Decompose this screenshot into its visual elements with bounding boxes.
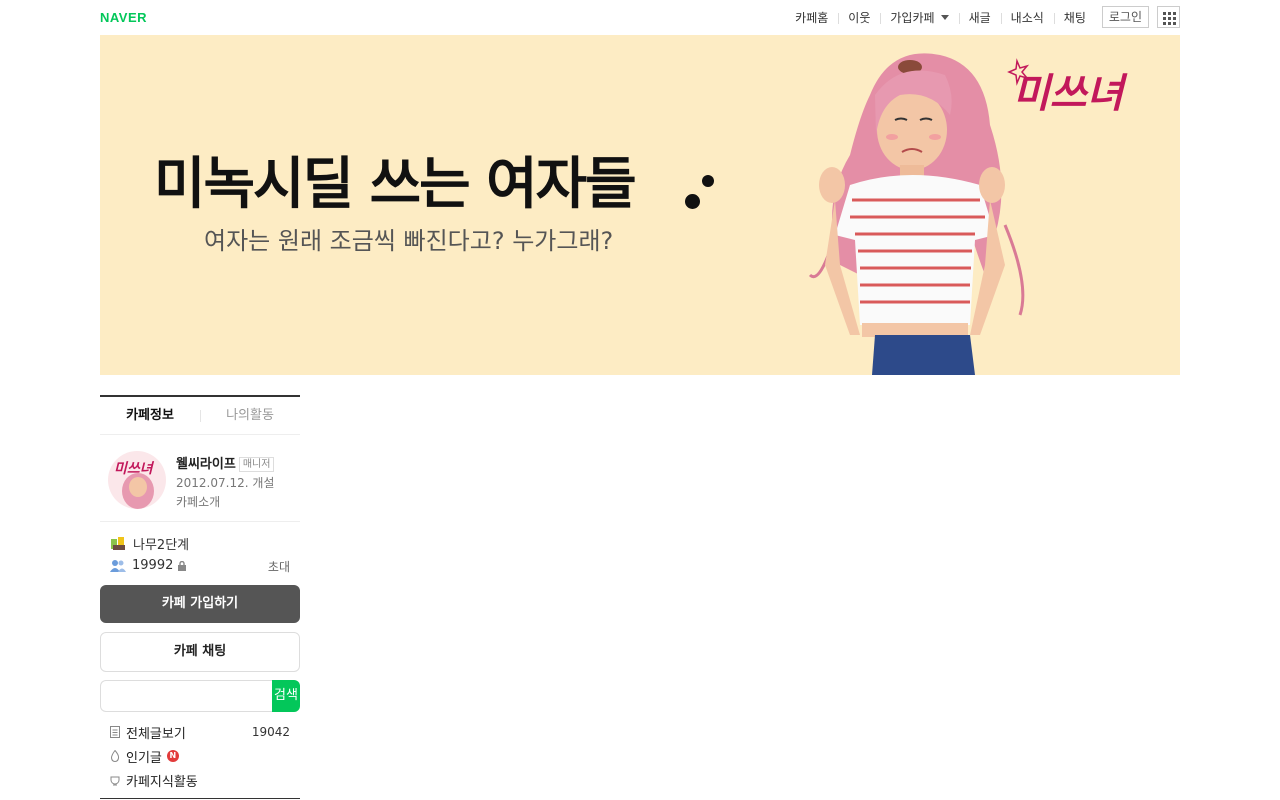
document-icon bbox=[110, 726, 120, 738]
nav-neighbors[interactable]: 이웃 bbox=[838, 9, 880, 26]
manager-name-text: 웰씨라이프 bbox=[176, 457, 236, 472]
manager-badge: 매니저 bbox=[238, 457, 275, 472]
tab-cafe-info[interactable]: 카페정보 bbox=[100, 397, 200, 434]
global-nav: 카페홈 이웃 가입카페 새글 내소식 채팅 로그인 bbox=[785, 6, 1180, 28]
knowledge-icon bbox=[110, 776, 120, 785]
lock-icon bbox=[178, 560, 187, 571]
avatar-image: 미쓰녀 bbox=[114, 461, 155, 509]
cafe-sidebar: 카페정보 나의활동 미쓰녀 웰씨라이프 매니저 2012.07.12. 개설 카페… bbox=[100, 395, 300, 792]
sidebar-tabs: 카페정보 나의활동 bbox=[100, 395, 300, 435]
nav-my-news[interactable]: 내소식 bbox=[1000, 9, 1054, 26]
new-badge: N bbox=[166, 750, 179, 762]
login-button[interactable]: 로그인 bbox=[1101, 6, 1149, 28]
menu-all-posts-label: 전체글보기 bbox=[126, 726, 186, 742]
menu-all-posts[interactable]: 전체글보기 19042 bbox=[100, 720, 300, 744]
cafe-profile: 미쓰녀 웰씨라이프 매니저 2012.07.12. 개설 카페소개 bbox=[100, 435, 300, 522]
brand-logo-text: 미쓰녀 bbox=[1013, 71, 1128, 117]
cafe-chat-button[interactable]: 카페 채팅 bbox=[100, 632, 300, 672]
cafe-banner[interactable]: 미녹시딜 쓰는 여자들 여자는 원래 조금씩 빠진다고? 누가그래? 미쓰녀 bbox=[100, 35, 1180, 375]
menu-popular-label: 인기글 bbox=[126, 750, 162, 766]
banner-subtitle: 여자는 원래 조금씩 빠진다고? 누가그래? bbox=[204, 227, 614, 255]
menu-knowledge[interactable]: 카페지식활동 bbox=[100, 768, 300, 792]
banner-title: 미녹시딜 쓰는 여자들 bbox=[154, 152, 637, 217]
naver-logo[interactable]: NAVER bbox=[100, 10, 147, 25]
manager-name[interactable]: 웰씨라이프 매니저 bbox=[176, 453, 275, 472]
cafe-search: 검색 bbox=[100, 680, 300, 712]
tree-level-icon bbox=[111, 537, 125, 550]
members-icon bbox=[110, 560, 126, 572]
chevron-down-icon bbox=[940, 14, 949, 20]
member-count[interactable]: 19992 bbox=[110, 558, 187, 573]
cafe-level-label: 나무2단계 bbox=[133, 538, 190, 553]
top-bar: NAVER 카페홈 이웃 가입카페 새글 내소식 채팅 로그인 bbox=[100, 0, 1180, 35]
cafe-intro-link[interactable]: 카페소개 bbox=[176, 493, 220, 510]
banner-dot bbox=[685, 194, 700, 209]
search-button[interactable]: 검색 bbox=[272, 680, 300, 712]
nav-joined-cafes-label: 가입카페 bbox=[890, 10, 935, 25]
avatar[interactable]: 미쓰녀 bbox=[108, 451, 166, 509]
cafe-level[interactable]: 나무2단계 bbox=[110, 534, 189, 553]
avatar-text: 미쓰녀 bbox=[114, 461, 155, 477]
menu-knowledge-label: 카페지식활동 bbox=[126, 774, 198, 790]
member-count-value: 19992 bbox=[132, 558, 174, 573]
flame-icon bbox=[110, 750, 120, 762]
menu-popular[interactable]: 인기글 N bbox=[100, 744, 300, 768]
nav-new-posts[interactable]: 새글 bbox=[958, 9, 1001, 26]
divider bbox=[100, 798, 300, 799]
nav-cafe-home[interactable]: 카페홈 bbox=[785, 9, 838, 26]
nav-joined-cafes[interactable]: 가입카페 bbox=[880, 9, 958, 26]
cafe-created-date: 2012.07.12. 개설 bbox=[176, 476, 275, 490]
banner-dot bbox=[702, 175, 714, 187]
invite-link[interactable]: 초대 bbox=[268, 558, 290, 575]
search-input[interactable] bbox=[100, 680, 272, 712]
tab-my-activity[interactable]: 나의활동 bbox=[200, 397, 300, 434]
all-posts-count: 19042 bbox=[251, 725, 290, 739]
grid-icon[interactable] bbox=[1157, 6, 1180, 28]
nav-chat[interactable]: 채팅 bbox=[1053, 9, 1096, 26]
join-cafe-button[interactable]: 카페 가입하기 bbox=[100, 585, 300, 623]
cafe-menu: 전체글보기 19042 인기글 N 카페지식활동 bbox=[100, 720, 300, 792]
brand-logo: 미쓰녀 bbox=[1007, 58, 1128, 117]
cafe-stats: 나무2단계 19992 초대 bbox=[100, 522, 300, 585]
